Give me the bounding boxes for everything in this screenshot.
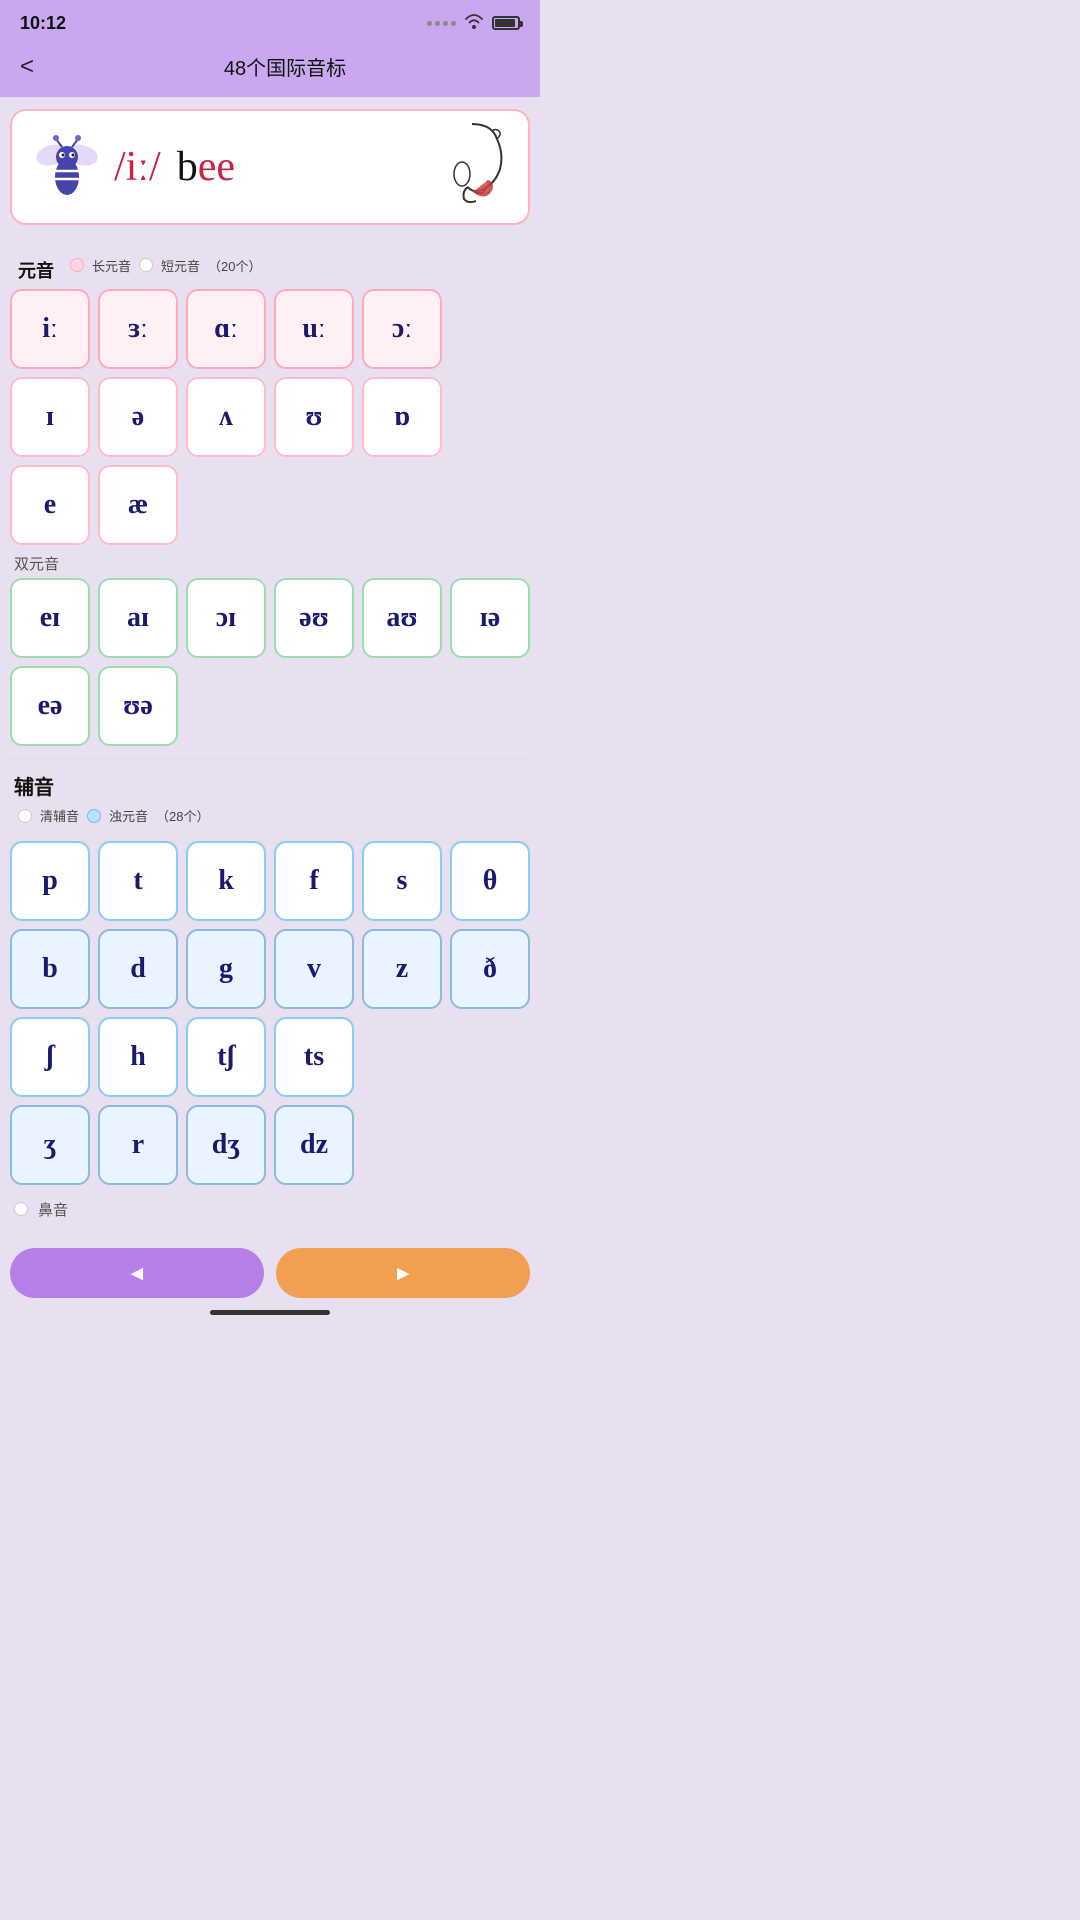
phoneme-ɪ[interactable]: ɪ: [10, 377, 90, 457]
clear-consonant-legend-dot: [18, 809, 32, 823]
phoneme-iː[interactable]: iː: [10, 289, 90, 369]
consonants-row1: p t k f s θ: [10, 841, 530, 921]
home-indicator-area: [0, 1306, 540, 1325]
phonetic-word: bee: [177, 143, 235, 191]
phoneme-æ[interactable]: æ: [98, 465, 178, 545]
phoneme-ð[interactable]: ð: [450, 929, 530, 1009]
vowels-legend: 长元音 短元音 （20个）: [70, 256, 262, 275]
phoneme-ɒ[interactable]: ɒ: [362, 377, 442, 457]
page-title: 48个国际音标: [50, 52, 520, 81]
phoneme-ʊ[interactable]: ʊ: [274, 377, 354, 457]
phoneme-tʃ[interactable]: tʃ: [186, 1017, 266, 1097]
diphthongs-row2: eə ʊə: [10, 666, 530, 746]
phoneme-dz[interactable]: dz: [274, 1105, 354, 1185]
phoneme-aɪ[interactable]: aɪ: [98, 578, 178, 658]
phoneme-ə[interactable]: ə: [98, 377, 178, 457]
phoneme-f[interactable]: f: [274, 841, 354, 921]
word-highlight: ee: [198, 144, 235, 190]
phoneme-g[interactable]: g: [186, 929, 266, 1009]
phoneme-ɑː[interactable]: ɑː: [186, 289, 266, 369]
phoneme-aʊ[interactable]: aʊ: [362, 578, 442, 658]
vowels-section: 元音 长元音 短元音 （20个） iː ɜː ɑː uː ɔː ɪ ə ʌ ʊ …: [10, 249, 530, 746]
vowels-title: 元音: [18, 257, 54, 283]
phoneme-ʌ[interactable]: ʌ: [186, 377, 266, 457]
phoneme-b[interactable]: b: [10, 929, 90, 1009]
phoneme-h[interactable]: h: [98, 1017, 178, 1097]
nasal-legend-dot: [14, 1202, 28, 1216]
phoneme-eɪ[interactable]: eɪ: [10, 578, 90, 658]
phoneme-k[interactable]: k: [186, 841, 266, 921]
phoneme-ts[interactable]: ts: [274, 1017, 354, 1097]
status-bar: 10:12: [0, 0, 540, 44]
phoneme-ɜː[interactable]: ɜː: [98, 289, 178, 369]
phoneme-e[interactable]: e: [10, 465, 90, 545]
phoneme-r[interactable]: r: [98, 1105, 178, 1185]
phoneme-əʊ[interactable]: əʊ: [274, 578, 354, 658]
consonants-row3: ʃ h tʃ ts: [10, 1017, 530, 1097]
phoneme-p[interactable]: p: [10, 841, 90, 921]
phoneme-ɪə[interactable]: ɪə: [450, 578, 530, 658]
consonants-section: 辅音 清辅音 浊元音 （28个） p t k f s θ b d g v z: [10, 771, 530, 1224]
extra-vowels-row: e æ: [10, 465, 530, 545]
phoneme-s[interactable]: s: [362, 841, 442, 921]
phoneme-v[interactable]: v: [274, 929, 354, 1009]
short-vowels-row: ɪ ə ʌ ʊ ɒ: [10, 377, 530, 457]
app-header: < 48个国际音标: [0, 44, 540, 97]
nasal-label: 鼻音: [38, 1199, 68, 1220]
next-button[interactable]: ▶: [276, 1248, 530, 1298]
consonants-legend: 清辅音 浊元音 （28个）: [18, 806, 210, 825]
phoneme-uː[interactable]: uː: [274, 289, 354, 369]
consonants-row2: b d g v z ð: [10, 929, 530, 1009]
bee-illustration: [32, 127, 102, 207]
short-vowel-legend-dot: [139, 258, 153, 272]
bottom-nav: ◀ ▶: [0, 1240, 540, 1306]
consonants-title: 辅音: [14, 771, 526, 800]
mouth-diagram: [432, 119, 512, 209]
phoneme-ɔɪ[interactable]: ɔɪ: [186, 578, 266, 658]
consonants-row4: ʒ r dʒ dz: [10, 1105, 530, 1185]
phoneme-eə[interactable]: eə: [10, 666, 90, 746]
signal-dots: [427, 21, 456, 26]
feature-card[interactable]: /iː/ bee: [10, 109, 530, 225]
battery-icon: [492, 16, 520, 30]
section-divider: [10, 758, 530, 759]
home-indicator: [210, 1310, 330, 1315]
phoneme-dʒ[interactable]: dʒ: [186, 1105, 266, 1185]
voiced-consonant-legend-dot: [87, 809, 101, 823]
phoneme-ʒ[interactable]: ʒ: [10, 1105, 90, 1185]
phonetics-content: 元音 长元音 短元音 （20个） iː ɜː ɑː uː ɔː ɪ ə ʌ ʊ …: [0, 237, 540, 1240]
back-button[interactable]: <: [20, 53, 34, 81]
prev-button[interactable]: ◀: [10, 1248, 264, 1298]
diphthongs-row1: eɪ aɪ ɔɪ əʊ aʊ ɪə: [10, 578, 530, 658]
phonetic-symbol: /iː/: [114, 143, 161, 191]
long-vowels-row: iː ɜː ɑː uː ɔː: [10, 289, 530, 369]
diphthong-label: 双元音: [14, 553, 526, 574]
long-vowel-legend-dot: [70, 258, 84, 272]
phoneme-t[interactable]: t: [98, 841, 178, 921]
phoneme-ɔː[interactable]: ɔː: [362, 289, 442, 369]
status-icons: [427, 13, 520, 34]
phoneme-z[interactable]: z: [362, 929, 442, 1009]
phoneme-θ[interactable]: θ: [450, 841, 530, 921]
phoneme-ʃ[interactable]: ʃ: [10, 1017, 90, 1097]
phoneme-ʊə[interactable]: ʊə: [98, 666, 178, 746]
wifi-icon: [464, 13, 484, 34]
phoneme-d[interactable]: d: [98, 929, 178, 1009]
status-time: 10:12: [20, 13, 66, 34]
